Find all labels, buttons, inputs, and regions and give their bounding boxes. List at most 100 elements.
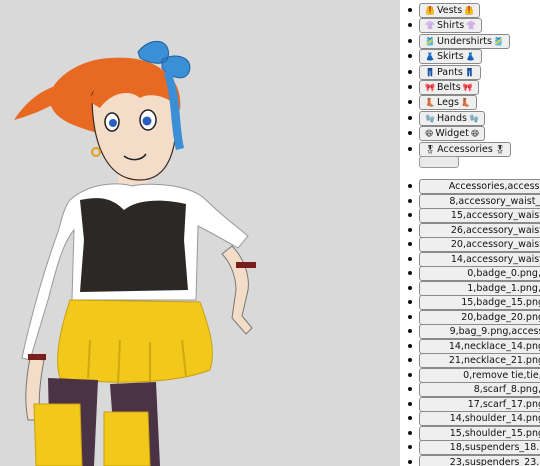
bullet (408, 54, 412, 59)
accessory-button[interactable]: 18,suspenders_18.png,suspe (419, 440, 540, 455)
accessory-button[interactable]: 0,remove tie,tie,tie_low (419, 367, 540, 383)
pants-icon: 👖 (425, 67, 435, 77)
glove-icon: 🧤 (468, 113, 479, 123)
wardrobe-panel: 🦺 Vests 🦺 👚 Shirts 👚 🎽 Undershirts 🎽 👗 Skirts 👗 👖 Pan… (408, 0, 540, 466)
bullet (408, 115, 412, 120)
bullet (408, 271, 412, 275)
category-button-pants[interactable]: 👖 Pants 👖 (419, 64, 481, 80)
boot-icon: 👢 (460, 98, 471, 108)
bullet (408, 146, 412, 151)
accessory-button[interactable]: 15,badge_15.png,badge (419, 295, 540, 310)
accessory-button[interactable]: 8,scarf_8.png,scarf (419, 382, 540, 397)
bullet (408, 372, 412, 377)
bullet (408, 401, 412, 406)
bullet (408, 387, 412, 391)
category-label: Skirts (436, 51, 464, 63)
bullet (408, 329, 412, 333)
bullet (408, 8, 412, 12)
bullet (408, 314, 412, 319)
accessory-button[interactable]: 17,scarf_17.png,scarf (419, 396, 540, 412)
vest-icon: 🦺 (425, 6, 435, 15)
bullet (408, 459, 412, 464)
category-button-belts[interactable]: 🎀 Belts 🎀 (419, 80, 479, 95)
category-button-widget[interactable]: 😄 Widget 😄 (419, 126, 486, 142)
bullet (408, 343, 412, 348)
skirt (57, 299, 213, 383)
undershirt-icon: 🎽 (493, 36, 504, 46)
accessory-button[interactable]: 14,necklace_14.png,necklace (419, 338, 540, 354)
vest (80, 198, 188, 292)
category-label: Vests (436, 5, 463, 16)
shirt-icon: 👚 (425, 21, 435, 31)
bullet (408, 69, 412, 74)
category-label: Hands (436, 112, 467, 124)
shirt-icon: 👚 (466, 21, 477, 31)
bullet (408, 38, 412, 43)
bullet (408, 227, 412, 232)
category-button-vests[interactable]: 🦺 Vests 🦺 (419, 3, 481, 18)
accessory-button[interactable]: 14,shoulder_14.png,shoulder (419, 411, 540, 426)
accessory-button[interactable]: 0,badge_0.png,badge (419, 266, 540, 281)
accessory-button[interactable]: 26,accessory_waist_front_26 (419, 222, 540, 238)
belt-icon: 🎀 (425, 83, 435, 92)
category-button-legs[interactable]: 👢 Legs 👢 (419, 95, 477, 111)
bullet (408, 358, 412, 362)
bullet (408, 198, 412, 203)
bullet (408, 285, 412, 290)
bullet (408, 416, 412, 420)
category-label: Pants (436, 66, 463, 78)
accessory-button[interactable]: 15,accessory_waist_front_15 (419, 208, 540, 223)
bullet (408, 430, 412, 435)
bullet (408, 242, 412, 246)
category-button-undershirts[interactable]: 🎽 Undershirts 🎽 (419, 33, 510, 49)
glove-icon: 🧤 (425, 113, 435, 123)
accessory-button[interactable]: 8,accessory_waist_front_8.pn (419, 193, 540, 209)
category-label: Accessories (437, 143, 493, 155)
accessory-button[interactable]: 1,badge_1.png,badge (419, 280, 540, 296)
skirt-icon: 👗 (465, 52, 476, 62)
bullet (408, 300, 412, 304)
accessory-button[interactable]: 14,accessory_waist_front_14 (419, 251, 540, 267)
smiley-icon: 😄 (425, 129, 434, 139)
earring (91, 147, 101, 157)
category-label: Legs (436, 97, 459, 109)
pants-icon: 👖 (464, 67, 475, 77)
bullet (408, 100, 412, 105)
category-label: Belts (436, 82, 461, 93)
category-button-shirts[interactable]: 👚 Shirts 👚 (419, 18, 483, 34)
bullet (408, 131, 412, 136)
medal-icon: 🎖 (494, 144, 505, 154)
bullet (408, 213, 412, 217)
bullet (408, 23, 412, 28)
category-button-skirts[interactable]: 👗 Skirts 👗 (419, 49, 482, 65)
accessory-button[interactable]: 21,necklace_21.png,necklace (419, 353, 540, 368)
boot-icon: 👢 (425, 98, 435, 108)
accessory-button[interactable]: 9,bag_9.png,accessory_waist (419, 324, 540, 339)
undershirt-icon: 🎽 (425, 36, 435, 46)
accessory-button[interactable]: 20,badge_20.png,badge (419, 309, 540, 325)
left-boot (33, 403, 83, 466)
accessory-button[interactable]: 20,accessory_waist_back_20 (419, 237, 540, 252)
skirt-icon: 👗 (425, 52, 435, 62)
category-label: Undershirts (436, 35, 492, 47)
accessory-button[interactable]: 23,suspenders_23.png,suspe (419, 454, 540, 466)
right-boot (103, 411, 151, 466)
vest-icon: 🦺 (464, 6, 475, 15)
character-illustration (14, 41, 256, 466)
right-arm (221, 245, 253, 335)
category-button-accessories[interactable]: 🎖 Accessories 🎖 (419, 141, 511, 157)
right-bracelet (236, 262, 256, 268)
smiley-icon: 😄 (470, 129, 480, 139)
character-preview-canvas (0, 0, 400, 466)
category-label: Widget (435, 128, 469, 140)
accessory-button[interactable]: Accessories,accessory_waist_ (419, 179, 540, 194)
medal-icon: 🎖 (425, 144, 436, 154)
belt-icon: 🎀 (462, 83, 473, 92)
blank-button[interactable] (419, 156, 459, 168)
accessory-button[interactable]: 15,shoulder_15.png,shoulder (419, 425, 540, 441)
category-label: Shirts (436, 20, 465, 32)
category-button-hands[interactable]: 🧤 Hands 🧤 (419, 110, 485, 126)
bullet (408, 184, 412, 188)
bullet (408, 445, 412, 449)
left-bracelet (28, 354, 46, 360)
